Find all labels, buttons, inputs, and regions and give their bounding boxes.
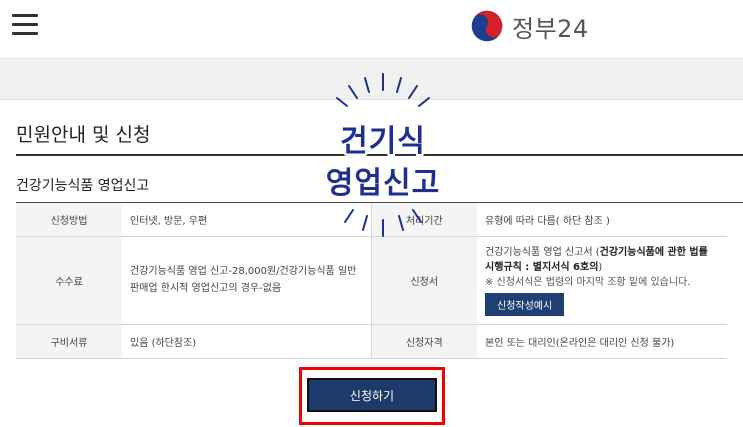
section-title: 건강기능식품 영업신고 xyxy=(16,178,150,194)
form-description: 건강기능식품 영업 신고서 (건강기능식품에 관한 법률 시행규칙 : 별지서식… xyxy=(485,246,708,273)
label-method: 신청방법 xyxy=(16,203,122,237)
application-example-button[interactable]: 신청작성예시 xyxy=(485,292,565,316)
overlay-line-2: 영업신고 xyxy=(325,166,441,201)
value-required-documents: 있음 (하단참조) xyxy=(122,324,371,359)
brand-name: 정부24 xyxy=(512,14,589,43)
value-eligibility: 본인 또는 대리인(온라인은 대리인 신청 불가) xyxy=(477,324,727,359)
label-processing-period: 처리기간 xyxy=(370,203,477,237)
apply-highlight-box: 신청하기 xyxy=(299,367,445,425)
title-divider xyxy=(16,154,743,156)
info-table: 신청방법 인터넷, 방문, 우편 처리기간 유형에 따라 다름( 하단 참조 )… xyxy=(16,203,727,359)
form-note: ※ 신청서식은 법령의 마지막 조항 밑에 있습니다. xyxy=(485,276,691,288)
value-fee: 건강기능식품 영업 신고-28,000원/건강기능식품 일반판매업 한시적 영업… xyxy=(122,236,371,325)
label-application-form: 신청서 xyxy=(370,236,477,325)
taegeuk-logo-icon xyxy=(471,10,503,42)
value-application-form: 건강기능식품 영업 신고서 (건강기능식품에 관한 법률 시행규칙 : 별지서식… xyxy=(477,236,727,325)
table-row: 구비서류 있음 (하단참조) 신청자격 본인 또는 대리인(온라인은 대리인 신… xyxy=(16,324,727,359)
top-bar: 정부24 xyxy=(0,0,743,58)
hamburger-menu-icon[interactable] xyxy=(12,12,40,38)
table-row: 수수료 건강기능식품 영업 신고-28,000원/건강기능식품 일반판매업 한시… xyxy=(16,236,727,325)
label-required-documents: 구비서류 xyxy=(16,324,122,359)
gray-band xyxy=(0,58,743,100)
table-row: 신청방법 인터넷, 방문, 우편 처리기간 유형에 따라 다름( 하단 참조 ) xyxy=(16,203,727,237)
value-processing-period: 유형에 따라 다름( 하단 참조 ) xyxy=(477,203,727,237)
page-title: 민원안내 및 신청 xyxy=(16,124,151,146)
apply-button[interactable]: 신청하기 xyxy=(307,378,437,412)
value-method: 인터넷, 방문, 우편 xyxy=(122,203,371,237)
label-fee: 수수료 xyxy=(16,236,122,325)
label-eligibility: 신청자격 xyxy=(370,324,477,359)
brand-logo-link[interactable]: 정부24 xyxy=(470,6,589,46)
